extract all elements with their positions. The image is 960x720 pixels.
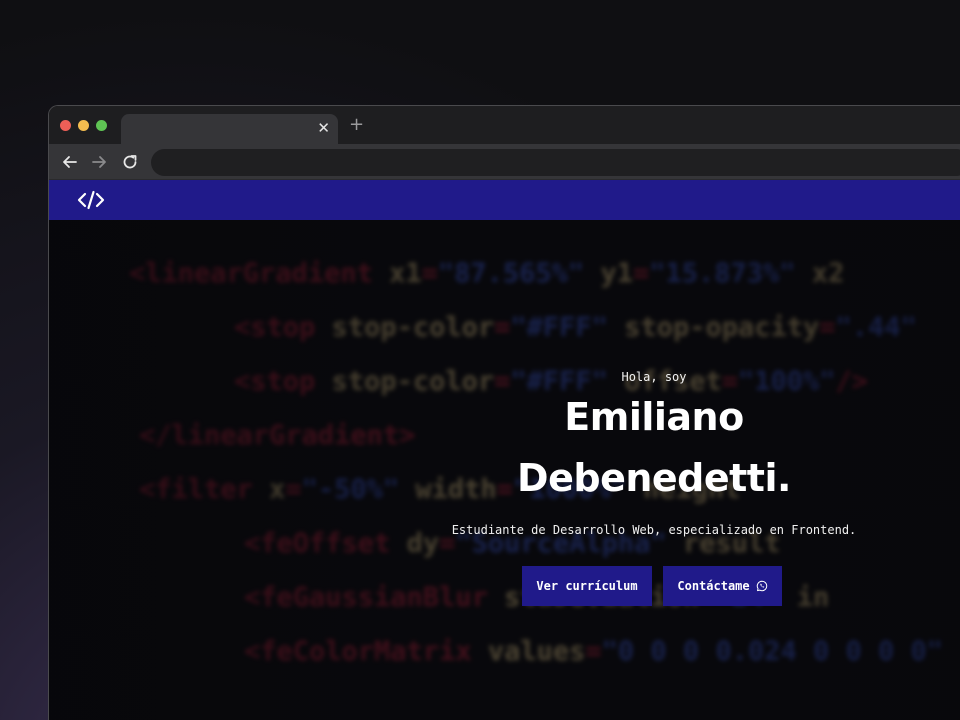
hero-subtitle: Estudiante de Desarrollo Web, especializ…	[451, 523, 857, 537]
reload-icon[interactable]	[120, 152, 140, 172]
minimize-window-button[interactable]	[78, 120, 89, 131]
close-window-button[interactable]	[60, 120, 71, 131]
contact-label: Contáctame	[677, 579, 750, 593]
browser-toolbar	[49, 144, 960, 180]
contact-button[interactable]: Contáctame	[663, 566, 782, 606]
browser-window: ✕ + <linearGradient x1="87.565%" y1="15.…	[48, 105, 960, 720]
new-tab-button[interactable]: +	[349, 116, 364, 134]
whatsapp-icon	[756, 580, 767, 592]
back-arrow-icon[interactable]	[60, 152, 80, 172]
window-controls	[60, 120, 107, 131]
browser-tab[interactable]: ✕	[121, 114, 338, 144]
hero-greeting: Hola, soy	[621, 370, 687, 384]
hero-name-last: Debenedetti.	[517, 456, 791, 500]
maximize-window-button[interactable]	[96, 120, 107, 131]
view-cv-button[interactable]: Ver currículum	[522, 566, 652, 606]
site-navbar	[49, 180, 960, 220]
forward-arrow-icon[interactable]	[89, 152, 109, 172]
hero-section: <linearGradient x1="87.565%" y1="15.873%…	[49, 220, 960, 720]
view-cv-label: Ver currículum	[536, 579, 638, 593]
close-tab-icon[interactable]: ✕	[317, 119, 330, 137]
tab-strip: ✕ +	[49, 106, 960, 144]
address-bar[interactable]	[151, 149, 960, 176]
code-brackets-icon[interactable]	[77, 189, 105, 211]
hero-name-first: Emiliano	[564, 395, 744, 439]
